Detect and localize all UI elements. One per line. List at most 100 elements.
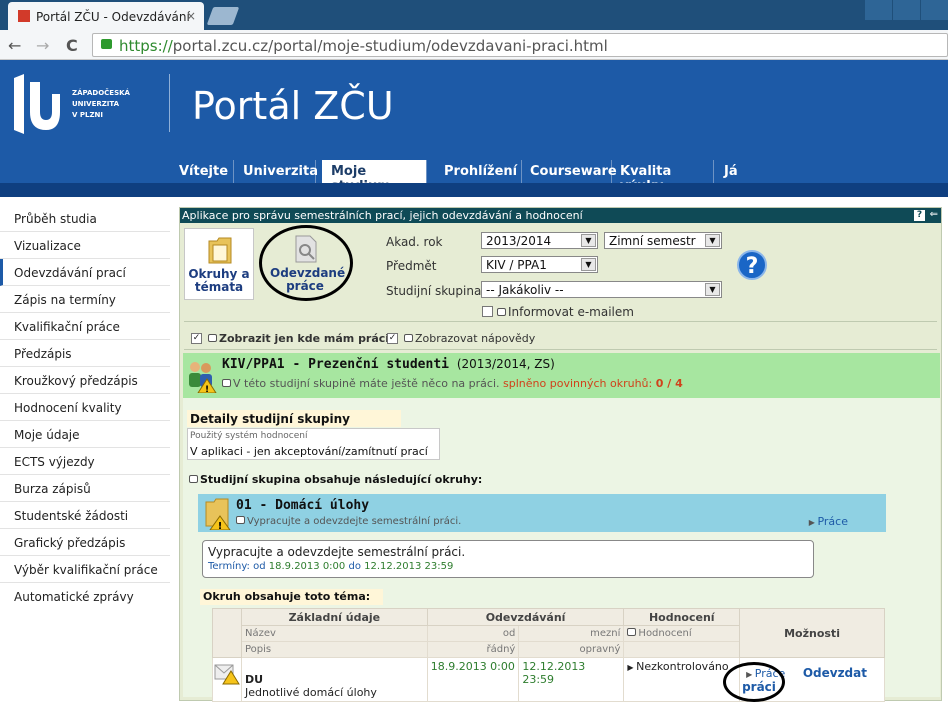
topic-title: 01 - Domácí úlohy [236,498,370,513]
work-desc: Jednotlivé domácí úlohy [245,686,377,699]
group-section: ! KIV/PPA1 - Prezenční studenti (2013/20… [183,353,940,702]
eval-system-label: Použitý systém hodnocení [190,431,308,441]
sidebar-item-prubeh-studia[interactable]: Průběh studia [0,205,170,232]
work-from: 18.9.2013 0:00 [426,657,520,702]
page-title: Portál ZČU [192,84,394,128]
menu-item-courseware[interactable]: Courseware [522,160,617,184]
menu-item-vitejte[interactable]: Vítejte [170,160,234,184]
sidebar-item-automaticke-zpravy[interactable]: Automatické zprávy [0,583,170,610]
year-select[interactable]: 2013/2014 ▼ [481,232,598,249]
menu-item-moje-studium[interactable]: Moje studium [322,160,427,194]
minimize-button[interactable] [864,0,892,20]
topic-description: Vypracujte a odevzdejte semestrální prác… [208,545,466,559]
topic-prace-link[interactable]: ▶ Práce [809,515,848,528]
sidebar-item-vyber-kvalifikacni-prace[interactable]: Výběr kvalifikační práce [0,556,170,583]
menu-item-kvalita-vyuky[interactable]: Kvalita výuky [612,160,714,194]
window-controls [864,0,948,20]
only-work-checkbox[interactable]: ✓ [191,333,202,344]
divider [184,349,937,350]
sidebar-item-krouzkovy-predzapis[interactable]: Kroužkový předzápis [0,367,170,394]
sidebar-item-graficky-predzapis[interactable]: Grafický předzápis [0,529,170,556]
tab-close-icon[interactable]: × [186,9,196,23]
topic-note: Vypracujte a odevzdejte semestrální prác… [236,516,461,527]
sidebar-item-hodnoceni-kvality[interactable]: Hodnocení kvality [0,394,170,421]
menu-item-ja[interactable]: Já [714,160,754,184]
address-bar[interactable]: https://portal.zcu.cz/portal/moje-studiu… [92,33,948,57]
hint-bubble-icon [497,308,506,316]
group-label: Studijní skupina [386,284,482,298]
chevron-down-icon: ▼ [705,234,720,247]
sidebar-item-studentske-zadosti[interactable]: Studentské žádosti [0,502,170,529]
maximize-button[interactable] [892,0,920,20]
app-title: Aplikace pro správu semestrálních prací,… [182,209,583,222]
browser-tab[interactable]: Portál ZČU - Odevzdávání × [8,2,204,30]
lock-icon [101,39,112,49]
col-header-eval: Hodnocení [623,608,741,626]
group-note: V této studijní skupině máte ještě něco … [222,377,683,390]
app-panel: Aplikace pro správu semestrálních prací,… [179,207,942,702]
triangle-right-icon: ▶ [627,663,637,672]
zcu-logo-icon [14,74,60,134]
group-contains-label: Studijní skupina obsahuje následující ok… [189,473,482,486]
works-table: Základní údaje Odevzdávání Hodnocení Mož… [212,608,885,702]
url-path: portal.zcu.cz/portal/moje-studium/odevzd… [172,37,608,55]
eval-system-value: V aplikaci - jen akceptování/zamítnutí p… [190,445,428,458]
new-tab-button[interactable] [206,7,240,25]
col-header-basic: Základní údaje [241,608,428,626]
sidebar-item-vizualizace[interactable]: Vizualizace [0,232,170,259]
menu-item-prohlizeni[interactable]: Prohlížení [436,160,522,184]
group-details-box: Použitý systém hodnocení V aplikaci - je… [187,428,440,460]
subheader-from: od [426,625,520,642]
subject-select[interactable]: KIV / PPA1 ▼ [481,256,598,273]
header-divider [169,74,170,132]
topic-terms: Termíny: od 18.9.2013 0:00 do 12.12.2013… [208,561,454,572]
group-select[interactable]: -- Jakákoliv -- ▼ [481,281,722,298]
topics-button-label: Okruhy a témata [188,267,250,294]
sidebar-item-predzapis[interactable]: Předzápis [0,340,170,367]
semester-select[interactable]: Zimní semestr ▼ [604,232,722,249]
menu-item-univerzita[interactable]: Univerzita [234,160,318,184]
sidebar-item-burza-zapisu[interactable]: Burza zápisů [0,475,170,502]
hint-bubble-icon [189,475,198,483]
topics-button[interactable]: Okruhy a témata [184,228,254,300]
favicon-icon [18,10,30,22]
hint-bubble-icon [627,628,637,636]
hint-bubble-icon [236,516,245,524]
svg-text:!: ! [218,521,223,530]
svg-text:!: ! [205,385,209,393]
inform-email-checkbox[interactable] [482,306,493,317]
topic-folder-icon: ! [205,498,231,530]
browser-toolbar: ← → C https://portal.zcu.cz/portal/moje-… [0,30,948,60]
help-small-icon[interactable]: ? [914,210,925,221]
year-label: Akad. rok [386,235,443,249]
browser-tabstrip: Portál ZČU - Odevzdávání × [0,0,948,30]
highlight-circle [723,662,785,702]
topics-folder-icon [208,237,232,264]
back-icon[interactable]: ← [8,36,21,55]
only-work-label: Zobrazit jen kde mám práci [208,332,389,345]
sidebar-item-zapis-na-terminy[interactable]: Zápis na termíny [0,286,170,313]
row-icons [212,657,242,702]
group-title: KIV/PPA1 - Prezenční studenti (2013/2014… [222,357,555,372]
sidebar-item-ects-vyjezdy[interactable]: ECTS výjezdy [0,448,170,475]
hint-bubble-icon [404,334,413,342]
sidebar-item-odevzdavani-praci[interactable]: Odevzdávání prací [0,259,170,286]
hints-checkbox[interactable]: ✓ [387,333,398,344]
app-title-bar: Aplikace pro správu semestrálních prací,… [180,208,941,223]
subheader-corrective: opravný [518,641,625,658]
subheader-eval: Hodnocení [623,625,741,642]
back-arrow-icon[interactable]: ⇐ [930,209,938,220]
portal-header: ZÁPADOČESKÁ UNIVERZITA V PLZNI Portál ZČ… [0,60,948,160]
work-max: 12.12.2013 23:59 [518,657,625,702]
sidebar-item-kvalifikacni-prace[interactable]: Kvalifikační práce [0,313,170,340]
reload-icon[interactable]: C [66,36,78,55]
topic-description-box: Vypracujte a odevzdejte semestrální prác… [202,540,814,578]
help-icon[interactable]: ? [737,250,767,280]
forward-icon[interactable]: → [36,36,49,55]
hints-label: Zobrazovat nápovědy [404,332,535,345]
icon-col-header [212,608,242,658]
sidebar-item-moje-udaje[interactable]: Moje údaje [0,421,170,448]
tab-title: Portál ZČU - Odevzdávání [36,10,190,24]
close-window-button[interactable] [920,0,948,20]
main-menu: Vítejte Univerzita Moje studium Prohlíže… [0,160,948,197]
